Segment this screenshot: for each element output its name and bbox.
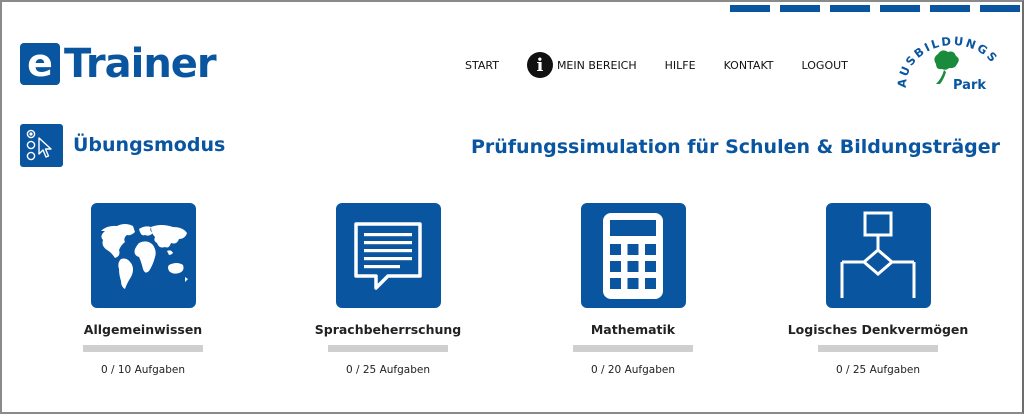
nav-kontakt[interactable]: KONTAKT: [724, 59, 774, 72]
calculator-icon[interactable]: [580, 203, 686, 308]
category-card: Logisches Denkvermögen 0 / 25 Aufgaben: [763, 203, 993, 376]
partner-logo-sub-text: Park: [953, 78, 986, 93]
flowchart-icon[interactable]: [825, 203, 931, 308]
top-tab[interactable]: [980, 5, 1020, 12]
logo-letter: e: [20, 43, 60, 85]
category-label[interactable]: Logisches Denkvermögen: [763, 322, 993, 337]
mode-title: Übungsmodus: [73, 134, 226, 156]
category-progress-bar: [328, 345, 448, 352]
top-tab[interactable]: [780, 5, 820, 12]
category-count: 0 / 10 Aufgaben: [100, 364, 185, 376]
info-icon: i: [526, 52, 553, 78]
category-count: 0 / 25 Aufgaben: [835, 364, 920, 376]
category-card: Sprachbeherrschung 0 / 25 Aufgaben: [273, 203, 503, 376]
category-card: Mathematik 0 / 20 Aufgaben: [518, 203, 748, 376]
category-count: 0 / 25 Aufgaben: [345, 364, 430, 376]
category-label[interactable]: Allgemeinwissen: [28, 322, 258, 337]
top-tab-strip: [730, 5, 1020, 12]
page-tagline: Prüfungssimulation für Schulen & Bildung…: [470, 136, 1000, 158]
category-label[interactable]: Sprachbeherrschung: [273, 322, 503, 337]
category-progress-bar: [818, 345, 938, 352]
category-progress-bar: [573, 345, 693, 352]
nav-mein-bereich-label: MEIN BEREICH: [556, 58, 637, 72]
nav-start[interactable]: START: [465, 59, 499, 72]
ausbildungspark-logo[interactable]: AUSBILDUNGS Park: [896, 36, 1006, 96]
etrainer-logo[interactable]: e Trainer: [20, 41, 217, 87]
top-tab[interactable]: [880, 5, 920, 12]
document-speech-icon[interactable]: [335, 203, 441, 308]
category-progress-bar: [83, 345, 203, 352]
top-tab[interactable]: [830, 5, 870, 12]
top-tab[interactable]: [930, 5, 970, 12]
top-tab[interactable]: [730, 5, 770, 12]
main-nav: START i MEIN BEREICH HILFE KONTAKT LOGOU…: [465, 52, 876, 78]
radio-cursor-icon: [20, 124, 63, 167]
nav-logout[interactable]: LOGOUT: [802, 59, 848, 72]
logo-name: Trainer: [64, 41, 217, 87]
nav-hilfe[interactable]: HILFE: [665, 59, 696, 72]
nav-mein-bereich[interactable]: i MEIN BEREICH: [526, 52, 637, 78]
world-map-icon[interactable]: [90, 203, 196, 308]
category-label[interactable]: Mathematik: [518, 322, 748, 337]
category-count: 0 / 20 Aufgaben: [590, 364, 675, 376]
category-card: Allgemeinwissen 0 / 10 Aufgaben: [28, 203, 258, 376]
